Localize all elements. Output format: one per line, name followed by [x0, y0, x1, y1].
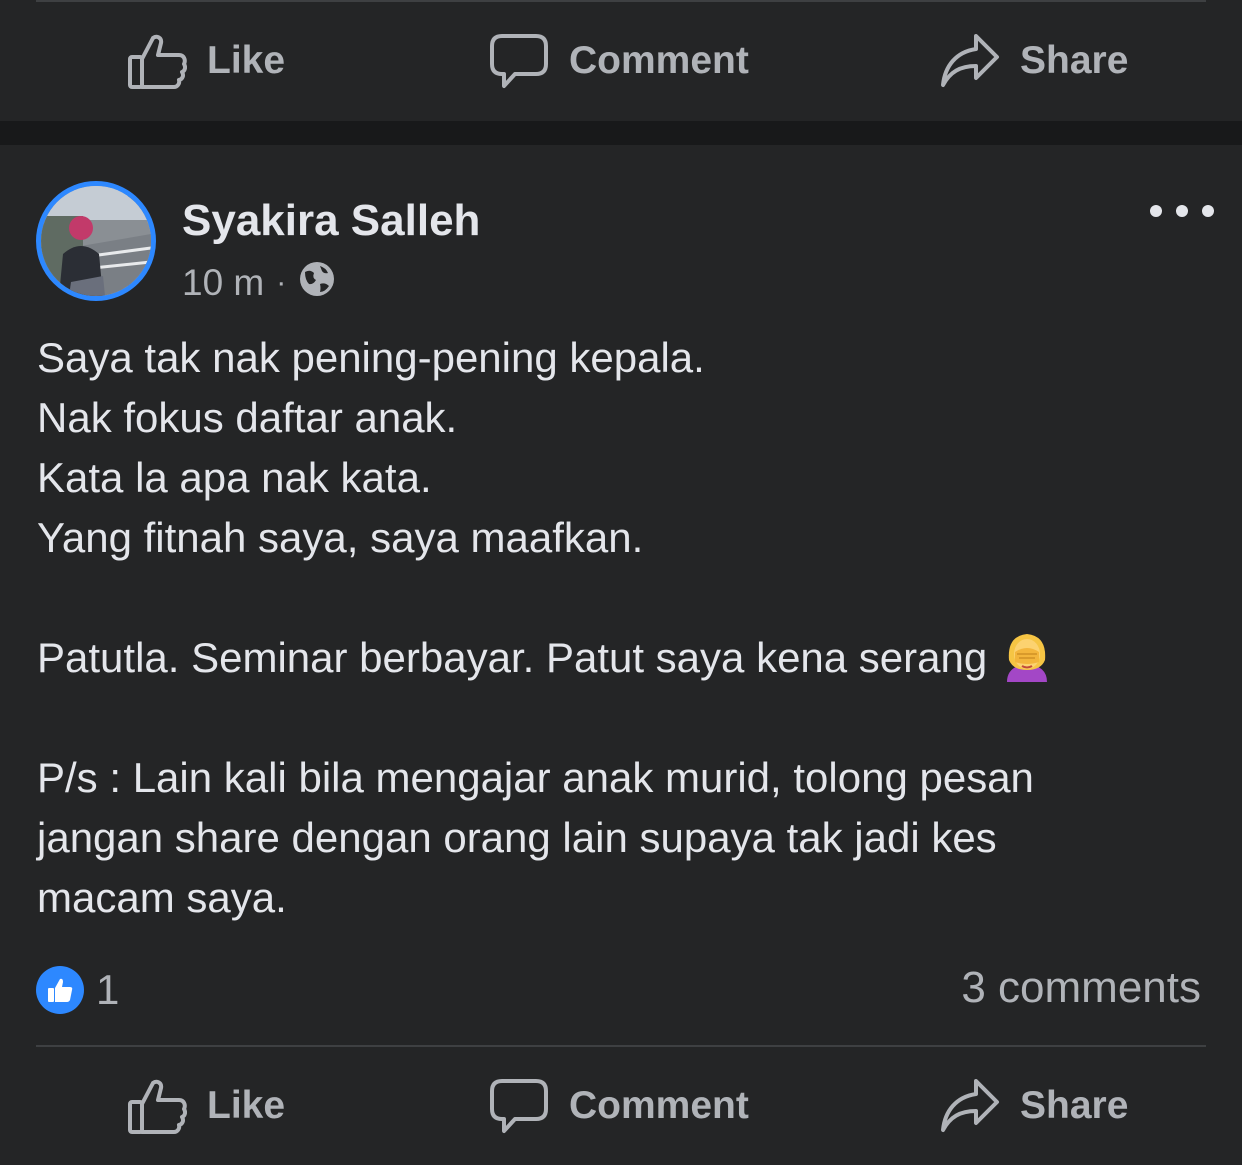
post-line: Nak fokus daftar anak. — [37, 394, 458, 441]
share-arrow-icon — [940, 32, 1000, 90]
post-line: P/s : Lain kali bila mengajar anak murid… — [37, 754, 1034, 801]
post-line-with-emoji: Patutla. Seminar berbayar. Patut saya ke… — [37, 628, 1207, 688]
comment-label: Comment — [569, 1084, 749, 1127]
post-line: macam saya. — [37, 874, 287, 921]
like-label: Like — [207, 1084, 286, 1127]
share-arrow-icon — [940, 1077, 1000, 1135]
share-button[interactable]: Share — [940, 2, 1128, 120]
share-button[interactable]: Share — [940, 1047, 1128, 1165]
like-reaction-icon — [36, 966, 84, 1014]
comment-count[interactable]: 3 comments — [961, 963, 1201, 1013]
thumbs-up-icon — [127, 1077, 187, 1135]
post-line-blank — [37, 568, 1207, 628]
post-line: Patutla. Seminar berbayar. Patut saya ke… — [37, 634, 988, 681]
like-label: Like — [207, 39, 286, 82]
comment-button[interactable]: Comment — [489, 2, 749, 120]
comment-label: Comment — [569, 39, 749, 82]
woman-facepalming-icon — [1001, 630, 1053, 698]
post-meta: 10 m · — [182, 260, 336, 307]
author-name[interactable]: Syakira Salleh — [182, 196, 480, 246]
post-line: Kata la apa nak kata. — [37, 454, 432, 501]
post-line: jangan share dengan orang lain supaya ta… — [37, 814, 997, 861]
avatar[interactable] — [36, 181, 156, 301]
action-bar-bottom: Like Comment Share — [0, 1047, 1242, 1165]
post-separator — [0, 121, 1242, 145]
thumbs-up-icon — [127, 32, 187, 90]
post-line: Saya tak nak pening-pening kepala. — [37, 334, 705, 381]
meta-separator: · — [276, 266, 287, 299]
share-label: Share — [1020, 1084, 1129, 1127]
post-body: Saya tak nak pening-pening kepala. Nak f… — [37, 328, 1207, 928]
like-button[interactable]: Like — [127, 2, 285, 120]
post-line: Yang fitnah saya, saya maafkan. — [37, 514, 644, 561]
share-label: Share — [1020, 39, 1129, 82]
reactions-summary[interactable]: 1 — [36, 966, 119, 1014]
globe-icon — [298, 260, 336, 307]
reaction-count: 1 — [96, 966, 120, 1013]
more-options-icon[interactable] — [1150, 196, 1214, 226]
post-time[interactable]: 10 m — [182, 262, 264, 304]
comment-bubble-icon — [489, 1077, 549, 1135]
comment-bubble-icon — [489, 32, 549, 90]
like-button[interactable]: Like — [127, 1047, 285, 1165]
comment-button[interactable]: Comment — [489, 1047, 749, 1165]
action-bar-top: Like Comment Share — [0, 2, 1242, 120]
